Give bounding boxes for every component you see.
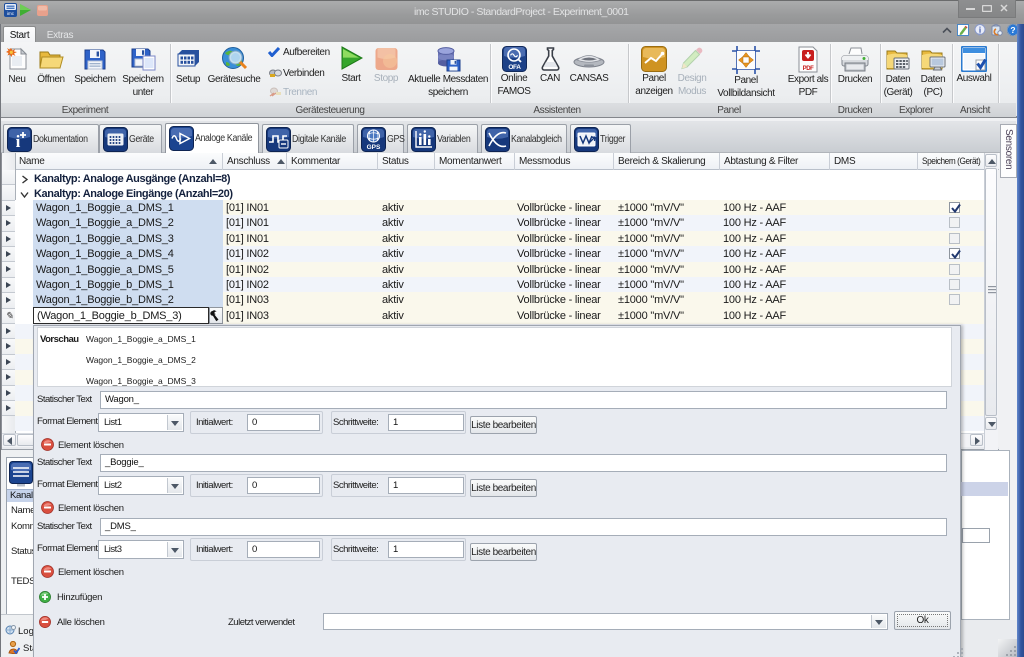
svg-text:i: i (16, 132, 21, 151)
svg-text:?: ? (1010, 25, 1015, 35)
svg-text:PDF: PDF (803, 66, 815, 72)
svg-text:imc: imc (7, 11, 15, 16)
svg-text:GPS: GPS (367, 144, 381, 151)
svg-text:OFA: OFA (508, 64, 521, 71)
